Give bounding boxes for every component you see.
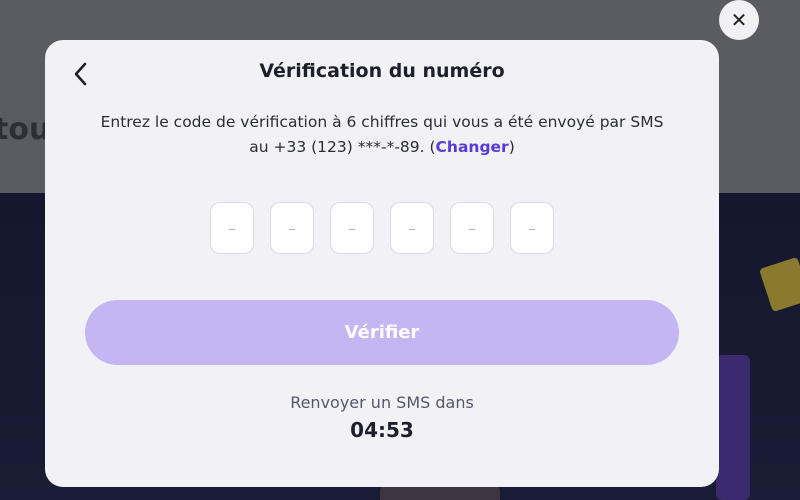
code-digit-input-3[interactable]: – bbox=[330, 202, 374, 254]
code-digit-input-4[interactable]: – bbox=[390, 202, 434, 254]
verification-modal: Vérification du numéro Entrez le code de… bbox=[45, 40, 719, 487]
code-digit-input-6[interactable]: – bbox=[510, 202, 554, 254]
code-input-group: – – – – – – bbox=[210, 202, 554, 254]
background-decoration bbox=[380, 485, 500, 500]
code-digit-input-1[interactable]: – bbox=[210, 202, 254, 254]
code-digit-input-5[interactable]: – bbox=[450, 202, 494, 254]
resend-countdown-timer: 04:53 bbox=[350, 418, 414, 442]
description-close: ) bbox=[508, 138, 515, 156]
change-number-link[interactable]: Changer bbox=[436, 138, 509, 156]
background-decoration bbox=[716, 355, 750, 500]
verify-button[interactable]: Vérifier bbox=[85, 300, 679, 365]
close-button[interactable]: ✕ bbox=[719, 0, 759, 40]
modal-title: Vérification du numéro bbox=[259, 60, 505, 82]
background-heading: tou bbox=[0, 112, 51, 147]
code-digit-input-2[interactable]: – bbox=[270, 202, 314, 254]
verification-description: Entrez le code de vérification à 6 chiff… bbox=[95, 110, 669, 160]
close-icon: ✕ bbox=[730, 8, 748, 32]
description-text: Entrez le code de vérification à 6 chiff… bbox=[100, 113, 664, 156]
resend-sms-label: Renvoyer un SMS dans bbox=[290, 393, 474, 412]
